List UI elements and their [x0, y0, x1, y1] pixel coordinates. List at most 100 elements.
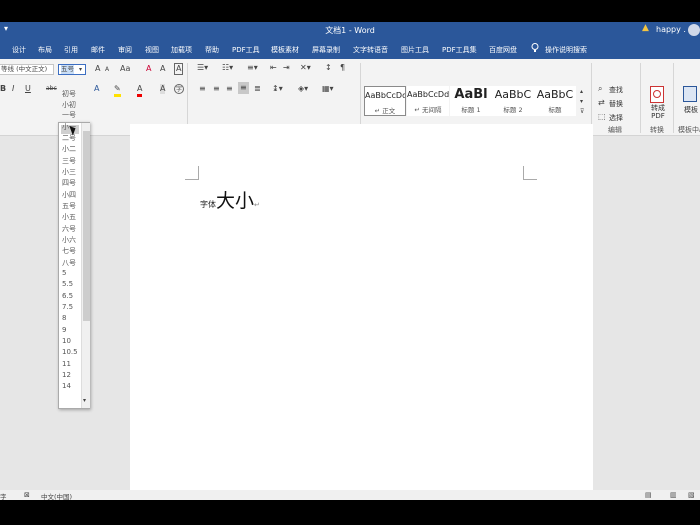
font-size-box[interactable]: 五号 ▾	[58, 64, 86, 75]
font-color-icon[interactable]: A	[137, 84, 143, 97]
size-option[interactable]: 三号	[62, 156, 76, 166]
language-indicator[interactable]: 中文(中国)	[41, 491, 72, 500]
bullets-icon[interactable]: ☰▾	[197, 63, 208, 73]
size-option[interactable]: 小四	[62, 190, 76, 200]
tab-pdf-tools[interactable]: PDF工具	[232, 45, 260, 55]
gallery-more-icon[interactable]: ⊽	[580, 107, 584, 117]
size-option[interactable]: 6.5	[62, 292, 73, 300]
size-option[interactable]: 9	[62, 326, 66, 334]
style-normal[interactable]: AaBbCcDd ↵ 正文	[364, 86, 406, 116]
find-icon[interactable]: ⌕	[598, 84, 602, 94]
size-option[interactable]: 11	[62, 360, 71, 368]
size-option[interactable]: 10	[62, 337, 71, 345]
avatar[interactable]	[688, 24, 700, 36]
size-option[interactable]: 小六	[62, 235, 76, 245]
size-option[interactable]: 小初	[62, 100, 76, 110]
italic-icon[interactable]: I	[12, 84, 14, 94]
tab-view[interactable]: 视图	[145, 45, 159, 55]
strikethrough-icon[interactable]: abc	[46, 84, 57, 94]
font-name-box[interactable]: 等线 (中文正文)	[0, 64, 54, 75]
size-option[interactable]: 12	[62, 371, 71, 379]
scrollbar-thumb[interactable]	[83, 131, 90, 321]
warning-icon[interactable]: ▲	[642, 23, 649, 33]
size-option[interactable]: 小五	[62, 212, 76, 222]
convert-pdf-button[interactable]: 转成PDF	[650, 104, 666, 120]
user-name[interactable]: happy .	[656, 25, 686, 34]
tab-addins[interactable]: 加载项	[171, 45, 192, 55]
align-right-icon[interactable]: ≡	[226, 84, 233, 94]
sort-icon[interactable]: ↕	[325, 63, 332, 73]
style-heading-1[interactable]: AaBl 标题 1	[450, 86, 492, 116]
numbering-icon[interactable]: ☷▾	[222, 63, 233, 73]
char-border-icon[interactable]: A	[174, 63, 184, 75]
tab-review[interactable]: 审阅	[118, 45, 132, 55]
style-title[interactable]: AaBbC 标题	[534, 86, 576, 116]
size-option[interactable]: 小二	[62, 144, 76, 154]
select-icon[interactable]: ⬚	[598, 112, 606, 122]
replace-button[interactable]: 替换	[609, 99, 623, 109]
tab-text-to-speech[interactable]: 文字转语音	[353, 45, 388, 55]
tab-pdf-toolset[interactable]: PDF工具集	[442, 45, 477, 55]
tab-screen-record[interactable]: 屏幕录制	[312, 45, 340, 55]
style-heading-2[interactable]: AaBbC 标题 2	[492, 86, 534, 116]
select-button[interactable]: 选择	[609, 113, 623, 123]
size-option[interactable]: 10.5	[62, 348, 78, 356]
grow-font-icon[interactable]: A	[95, 64, 100, 74]
multilevel-list-icon[interactable]: ≡▾	[247, 63, 258, 73]
tab-picture-tools[interactable]: 图片工具	[401, 45, 429, 55]
shading-icon[interactable]: ◈▾	[298, 84, 308, 94]
tab-layout[interactable]: 布局	[38, 45, 52, 55]
highlight-icon[interactable]: ✎	[114, 84, 121, 97]
line-spacing-icon[interactable]: ↨▾	[272, 84, 283, 94]
size-option[interactable]: 7.5	[62, 303, 73, 311]
proofing-icon[interactable]: ⊠	[24, 490, 30, 500]
size-option[interactable]: 5.5	[62, 280, 73, 288]
tab-baidu-netdisk[interactable]: 百度网盘	[489, 45, 517, 55]
size-option[interactable]: 六号	[62, 224, 76, 234]
web-layout-icon[interactable]: ▧	[688, 490, 695, 500]
size-option[interactable]: 五号	[62, 201, 76, 211]
font-size-dropdown[interactable]: 初号 小初 一号 小一 二号 小二 三号 小三 四号 小四 五号 小五 六号 小…	[58, 90, 90, 409]
clear-format-icon[interactable]: A	[146, 64, 151, 74]
chinese-layout-icon[interactable]: ✕▾	[300, 63, 311, 73]
style-no-spacing[interactable]: AaBbCcDd ↵ 无间隔	[407, 86, 449, 116]
decrease-indent-icon[interactable]: ⇤	[270, 63, 277, 73]
show-marks-icon[interactable]: ¶	[340, 63, 345, 73]
size-option[interactable]: 初号	[62, 89, 76, 99]
print-layout-icon[interactable]: ▥	[670, 490, 677, 500]
align-left-icon[interactable]: ≡	[199, 84, 206, 94]
size-option[interactable]: 八号	[62, 258, 76, 268]
size-option[interactable]: 5	[62, 269, 66, 277]
tab-mailings[interactable]: 邮件	[91, 45, 105, 55]
replace-icon[interactable]: ⇄	[598, 98, 605, 108]
document-page[interactable]: 字体大小↵	[130, 124, 593, 500]
tab-help[interactable]: 帮助	[205, 45, 219, 55]
change-case-icon[interactable]: Aa	[120, 64, 130, 74]
tab-design[interactable]: 设计	[12, 45, 26, 55]
borders-icon[interactable]: ▦▾	[322, 84, 334, 94]
size-option[interactable]: 8	[62, 314, 66, 322]
document-text[interactable]: 字体大小↵	[200, 186, 260, 213]
gallery-down-icon[interactable]: ▾	[580, 97, 583, 107]
tab-references[interactable]: 引用	[64, 45, 78, 55]
dropdown-scrollbar[interactable]: ▾	[81, 123, 90, 408]
enclose-char-icon[interactable]: 字	[174, 84, 184, 94]
char-shading-icon[interactable]: A	[160, 84, 166, 94]
underline-icon[interactable]: U	[25, 84, 31, 94]
increase-indent-icon[interactable]: ⇥	[283, 63, 290, 73]
size-option[interactable]: 一号	[62, 110, 76, 120]
word-count[interactable]: 字	[0, 491, 7, 500]
text-effects-icon[interactable]: A	[94, 84, 99, 94]
read-mode-icon[interactable]: ▤	[645, 490, 652, 500]
size-option[interactable]: 四号	[62, 178, 76, 188]
phonetic-guide-icon[interactable]: A	[160, 64, 165, 74]
justify-icon[interactable]: ≡	[238, 82, 249, 94]
align-center-icon[interactable]: ≡	[213, 84, 220, 94]
chevron-down-icon[interactable]: ▾	[79, 65, 82, 74]
distributed-icon[interactable]: ≣	[254, 84, 261, 94]
size-option[interactable]: 七号	[62, 246, 76, 256]
template-icon[interactable]	[683, 86, 697, 102]
tab-template-assets[interactable]: 模板素材	[271, 45, 299, 55]
tell-me-search[interactable]: 操作说明搜索	[545, 45, 587, 55]
pdf-file-icon[interactable]	[650, 86, 664, 103]
